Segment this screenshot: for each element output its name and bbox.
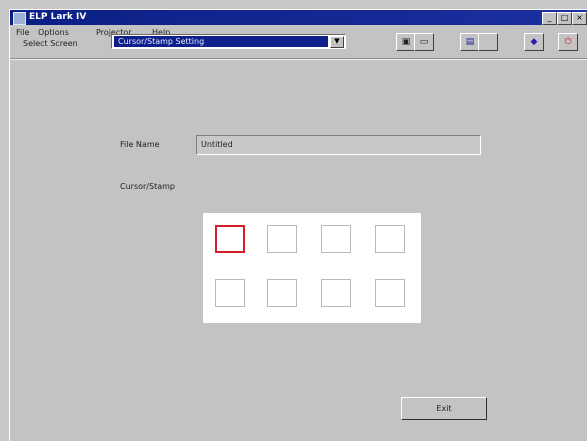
cursor-cell[interactable] (267, 225, 297, 253)
menu-options[interactable]: Options (38, 28, 69, 37)
window-title: ELP Lark IV (29, 12, 87, 22)
blank-icon[interactable] (478, 33, 498, 51)
close-icon[interactable]: × (572, 12, 587, 25)
app-window: ELP Lark IV _ □ × File Options Projector… (9, 9, 587, 441)
toolbar-divider (10, 58, 587, 60)
chevron-down-icon[interactable]: ▼ (330, 36, 344, 48)
cursor-cell[interactable] (267, 279, 297, 307)
file-name-label: File Name (120, 140, 160, 149)
maximize-icon[interactable]: □ (557, 12, 572, 25)
file-name-field: Untitled (196, 135, 481, 155)
power-icon[interactable]: ⏻ (558, 33, 578, 51)
select-screen-label: Select Screen (23, 39, 78, 48)
app-icon (13, 12, 26, 25)
select-screen-dropdown[interactable]: Cursor/Stamp Setting ▼ (111, 34, 346, 49)
minimize-icon[interactable]: _ (542, 12, 557, 25)
title-bar: ELP Lark IV _ □ × (10, 10, 587, 25)
cursor-cell[interactable] (215, 225, 245, 253)
select-screen-value: Cursor/Stamp Setting (114, 36, 328, 47)
cursor-cell[interactable] (375, 279, 405, 307)
exit-button[interactable]: Exit (401, 397, 487, 420)
cursor-cell[interactable] (321, 279, 351, 307)
save-icon[interactable]: ▣ (396, 33, 416, 51)
cursor-grid-panel (203, 213, 421, 323)
pointer-icon[interactable]: ◆ (524, 33, 544, 51)
cursor-stamp-label: Cursor/Stamp (120, 182, 175, 191)
print-icon[interactable]: ▭ (414, 33, 434, 51)
cursor-cell[interactable] (375, 225, 405, 253)
monitor-icon[interactable]: ▤ (460, 33, 480, 51)
cursor-cell[interactable] (215, 279, 245, 307)
cursor-cell[interactable] (321, 225, 351, 253)
menu-file[interactable]: File (16, 28, 29, 37)
